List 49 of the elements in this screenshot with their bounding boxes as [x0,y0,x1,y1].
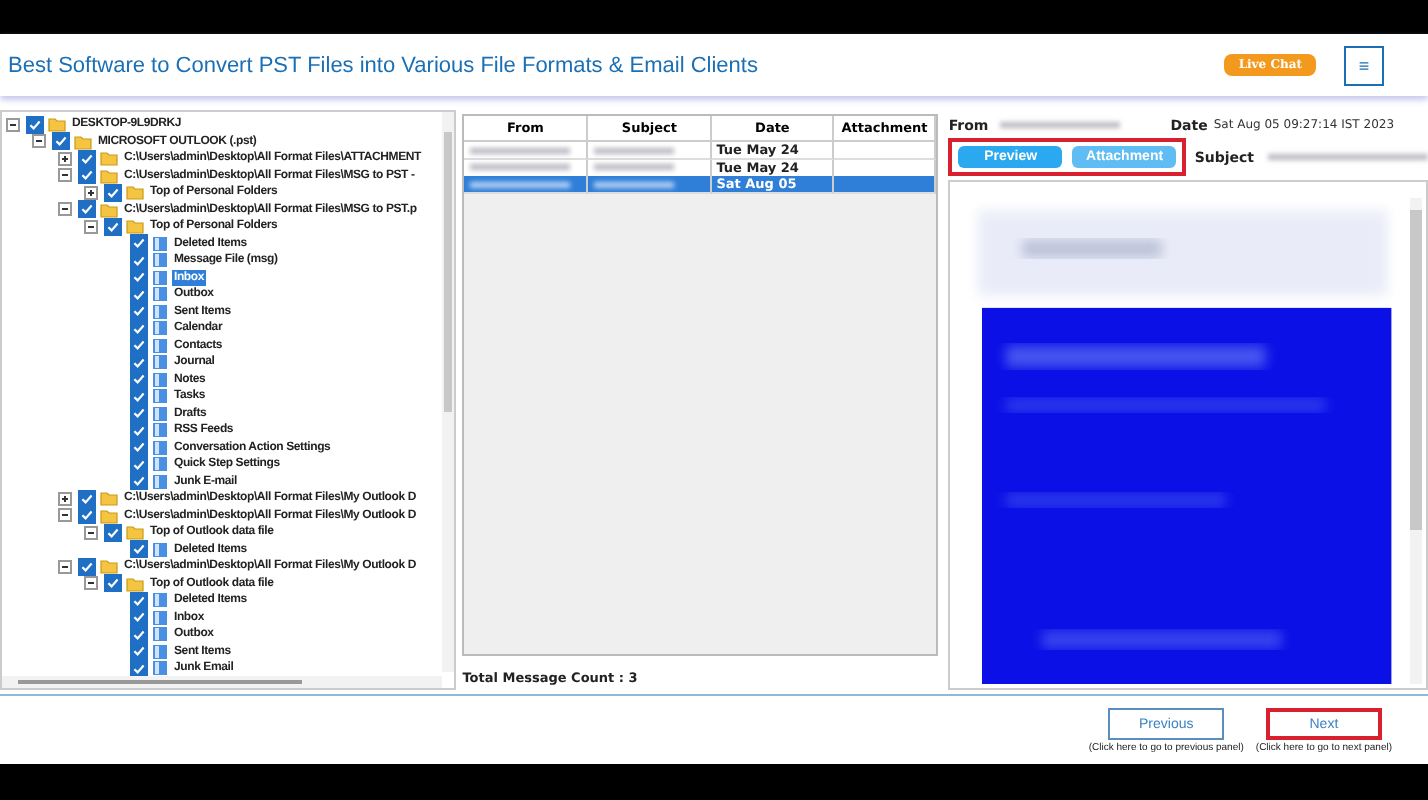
checkbox[interactable] [130,268,148,287]
checkbox[interactable] [130,540,148,559]
app-title: Best Software to Convert PST Files into Various File Formats & Email Clients [8,53,760,77]
expand-icon[interactable] [58,151,74,166]
checkbox[interactable] [130,234,148,253]
checkbox[interactable] [130,404,148,423]
checkbox[interactable] [130,608,148,627]
collapse-icon[interactable] [84,576,100,591]
expand-icon[interactable] [58,491,74,506]
checkbox[interactable] [130,370,148,389]
checkbox[interactable] [104,183,122,202]
redacted-text [470,147,571,153]
checkbox[interactable] [130,591,148,610]
redacted-text [470,164,571,170]
redacted-text [470,181,571,187]
collapse-icon[interactable] [32,134,48,149]
collapse-icon[interactable] [58,202,74,217]
checkbox[interactable] [104,217,122,236]
checkbox[interactable] [78,506,96,525]
collapse-icon[interactable] [84,525,100,540]
scrollbar[interactable] [2,676,443,688]
checkbox[interactable] [78,149,96,168]
checkbox[interactable] [78,200,96,219]
checkbox[interactable] [104,523,122,542]
scrollbar[interactable] [1410,198,1422,684]
collapse-icon[interactable] [6,117,22,132]
redacted-text [594,147,675,153]
checkbox[interactable] [26,115,44,134]
folder-icon [152,541,168,558]
checkbox[interactable] [130,302,148,321]
redacted-text [1000,122,1121,128]
redacted-text [594,181,675,187]
checkbox[interactable] [130,472,148,491]
checkbox[interactable] [78,166,96,185]
collapse-icon[interactable] [58,168,74,183]
checkbox[interactable] [78,557,96,576]
checkbox[interactable] [78,489,96,508]
scrollbar[interactable] [442,112,455,672]
checkbox[interactable] [130,642,148,661]
collapse-icon[interactable] [58,559,74,574]
checkbox[interactable] [104,574,122,593]
menu-button[interactable]: ≡ [1344,45,1384,85]
expand-icon[interactable] [84,185,100,200]
checkbox[interactable] [52,132,70,151]
redacted-text [594,164,675,170]
checkbox[interactable] [130,438,148,457]
collapse-icon[interactable] [58,508,74,523]
checkbox[interactable] [130,336,148,355]
collapse-icon[interactable] [84,219,100,234]
